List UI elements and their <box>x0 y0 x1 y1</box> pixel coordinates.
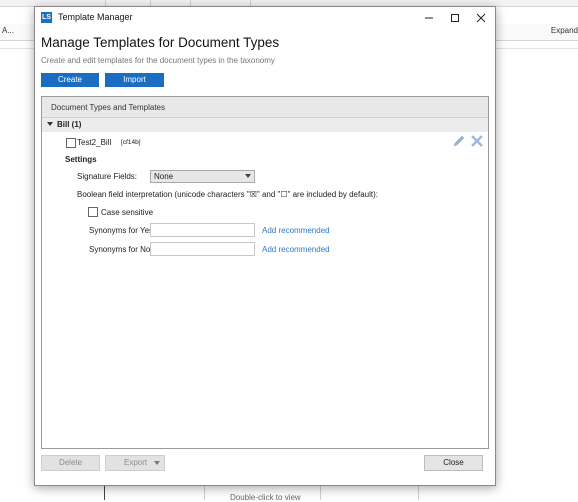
app-logo-icon: LS <box>41 12 52 23</box>
expand-link[interactable]: Expand <box>551 26 578 35</box>
boolean-interpretation-text: Boolean field interpretation (unicode ch… <box>77 190 378 199</box>
signature-fields-select[interactable]: None <box>150 170 255 183</box>
signature-fields-label: Signature Fields: <box>77 172 138 181</box>
background-column-divider <box>204 484 205 500</box>
panel-header: Document Types and Templates <box>42 97 488 118</box>
export-label: Export <box>124 458 148 467</box>
chevron-down-icon <box>245 174 251 178</box>
template-select-checkbox[interactable] <box>66 138 76 148</box>
synonyms-yes-input[interactable] <box>150 223 255 237</box>
minimize-button[interactable] <box>415 9 443 27</box>
add-recommended-yes-link[interactable]: Add recommended <box>262 226 330 235</box>
document-types-panel: Document Types and Templates Bill (1) <box>41 96 489 449</box>
background-row-label: A... <box>2 26 15 35</box>
signature-fields-value: None <box>154 172 174 181</box>
panel-header-title: Document Types and Templates <box>51 103 165 112</box>
title-bar[interactable]: LS Template Manager <box>35 7 495 29</box>
edit-template-button[interactable] <box>452 134 466 148</box>
case-sensitive-checkbox[interactable] <box>88 207 98 217</box>
template-id: [cf14b] <box>121 139 141 146</box>
close-button[interactable]: Close <box>424 455 483 471</box>
background-status-text: Double-click to view <box>230 493 301 502</box>
case-sensitive-label: Case sensitive <box>101 208 154 217</box>
chevron-down-icon <box>154 461 160 465</box>
background-column-divider <box>104 484 105 500</box>
create-template-button[interactable]: Create Template <box>41 73 99 98</box>
collapse-caret-icon[interactable] <box>47 122 53 126</box>
page-subtitle: Create and edit templates for the docume… <box>41 56 275 65</box>
settings-heading: Settings <box>65 155 97 164</box>
add-recommended-no-link[interactable]: Add recommended <box>262 245 330 254</box>
close-window-button[interactable] <box>467 9 495 27</box>
maximize-button[interactable] <box>441 9 469 27</box>
import-button[interactable]: Import <box>105 73 164 87</box>
maximize-icon <box>451 14 459 22</box>
synonyms-no-input[interactable] <box>150 242 255 256</box>
delete-button[interactable]: Delete <box>41 455 100 471</box>
document-type-group-bill[interactable]: Bill (1) <box>42 118 488 132</box>
document-type-label: Bill (1) <box>57 120 82 129</box>
export-dropdown-button[interactable]: Export <box>105 455 165 471</box>
pencil-icon <box>453 135 465 147</box>
background-column-divider <box>320 484 321 500</box>
window-title: Template Manager <box>58 12 133 22</box>
x-delete-icon <box>471 135 483 147</box>
synonyms-yes-label: Synonyms for Yes: <box>89 226 156 235</box>
template-name: Test2_Bill <box>77 138 112 147</box>
minimize-icon <box>425 17 433 19</box>
background-column-divider <box>418 484 419 500</box>
synonyms-no-label: Synonyms for No: <box>89 245 153 254</box>
template-manager-dialog: LS Template Manager Manage Templates for… <box>34 6 496 486</box>
delete-template-button[interactable] <box>470 134 484 148</box>
page-title: Manage Templates for Document Types <box>41 35 280 50</box>
close-icon <box>476 13 486 23</box>
